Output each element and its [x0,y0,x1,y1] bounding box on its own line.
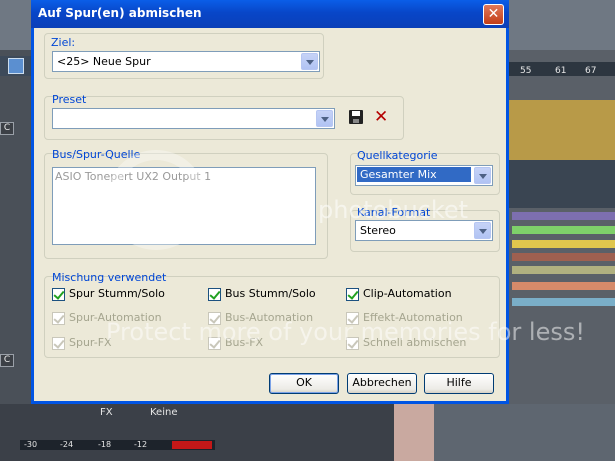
kanalformat-select[interactable]: Stereo [355,220,493,241]
checkbox-label: Effekt-Automation [363,311,463,324]
checkbox-label: Spur-FX [69,336,112,349]
meter-tick: -12 [134,440,148,449]
checkbox-box[interactable] [208,288,221,301]
ok-button[interactable]: OK [269,373,339,394]
fx-label: FX [100,407,113,418]
title-bar[interactable]: Auf Spur(en) abmischen ✕ [31,0,509,28]
waveform-lane [512,282,615,290]
kanalformat-label: Kanal-Format [357,206,431,219]
ruler-tick: 55 [520,66,532,76]
source-label: Bus/Spur-Quelle [52,148,141,161]
help-button[interactable]: Hilfe [424,373,494,394]
meter-tick: -18 [98,440,112,449]
dialog-title: Auf Spur(en) abmischen [38,6,202,20]
ruler-tick: 61 [555,66,567,76]
checkbox-label: Spur Stumm/Solo [69,287,165,300]
tool-icon[interactable] [8,58,24,74]
checkbox-label: Bus-Automation [225,311,314,324]
chevron-down-icon[interactable] [474,167,491,184]
ziel-label: Ziel: [51,36,76,49]
source-list[interactable]: ASIO Tonepert UX2 Output 1 [52,167,316,245]
waveform-lane [512,226,615,234]
audio-clip[interactable] [509,100,615,160]
checkbox-box [208,312,221,325]
checkbox-label: Schnell abmischen [363,336,467,349]
chevron-down-icon[interactable] [316,110,333,127]
waveform-lane [512,212,615,220]
checkbox-label: Bus Stumm/Solo [225,287,316,300]
checkbox-box [346,312,359,325]
checkbox-box [208,337,221,350]
track-button[interactable]: C [0,354,14,367]
save-icon[interactable] [349,110,363,124]
checkbox-label: Spur-Automation [69,311,162,324]
checkbox-box [52,337,65,350]
fx-value[interactable]: Keine [150,407,177,418]
level-meter-peak [172,441,212,449]
mixdown-dialog: Auf Spur(en) abmischen ✕ Ziel: <25> Neue… [31,0,509,404]
ruler-tick: 67 [585,66,597,76]
waveform-lane [512,266,615,274]
ziel-select[interactable]: <25> Neue Spur [52,51,320,72]
quellkategorie-value: Gesamter Mix [357,167,471,182]
audio-clip[interactable] [394,404,434,461]
waveform-lane [512,240,615,248]
track-button[interactable]: C [0,122,14,135]
quellkategorie-select[interactable]: Gesamter Mix [355,165,493,186]
kanalformat-value: Stereo [360,224,396,237]
mischung-label: Mischung verwendet [52,271,167,284]
cancel-button[interactable]: Abbrechen [347,373,417,394]
meter-tick: -24 [60,440,74,449]
checkbox-box[interactable] [346,288,359,301]
checkbox-label: Bus-FX [225,336,264,349]
chevron-down-icon[interactable] [301,53,318,70]
list-item[interactable]: ASIO Tonepert UX2 Output 1 [55,170,211,183]
waveform-lane [512,298,615,306]
chevron-down-icon[interactable] [474,222,491,239]
checkbox-label: Clip-Automation [363,287,452,300]
checkbox-box [52,312,65,325]
waveform-lane [512,253,615,261]
quellkategorie-label: Quellkategorie [357,149,438,162]
delete-icon[interactable]: ✕ [374,107,388,127]
checkbox-box[interactable] [52,288,65,301]
meter-tick: -30 [24,440,38,449]
preset-select[interactable] [52,108,335,129]
preset-label: Preset [52,93,87,106]
ziel-value: <25> Neue Spur [57,55,151,68]
close-icon[interactable]: ✕ [483,4,504,25]
checkbox-box [346,337,359,350]
